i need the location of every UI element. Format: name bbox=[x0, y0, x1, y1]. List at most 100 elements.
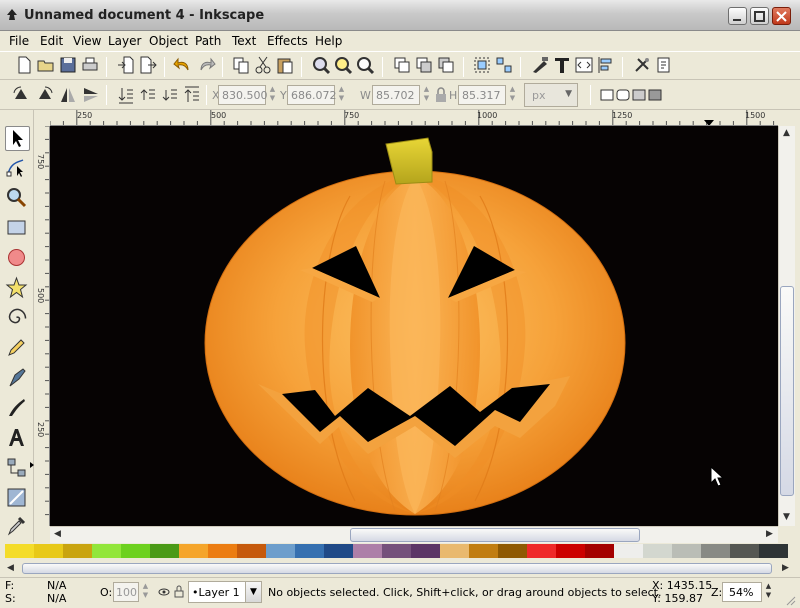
palette-swatch[interactable] bbox=[324, 544, 353, 558]
palette-swatch[interactable] bbox=[440, 544, 469, 558]
menu-path[interactable]: Path bbox=[195, 34, 221, 48]
palette-swatch[interactable] bbox=[498, 544, 527, 558]
horizontal-scroll-thumb[interactable] bbox=[350, 528, 640, 542]
palette-swatch[interactable] bbox=[730, 544, 759, 558]
palette-swatch[interactable] bbox=[411, 544, 440, 558]
palette-swatch[interactable] bbox=[92, 544, 121, 558]
title-bar[interactable]: Unnamed document 4 - Inkscape bbox=[0, 0, 800, 31]
palette-swatch[interactable] bbox=[701, 544, 730, 558]
menu-file[interactable]: File bbox=[9, 34, 29, 48]
pen-tool[interactable] bbox=[5, 366, 30, 391]
horizontal-scrollbar[interactable]: ◀ ▶ bbox=[50, 526, 778, 543]
lock-icon[interactable] bbox=[434, 87, 448, 103]
stroke-value[interactable]: N/A bbox=[47, 592, 66, 605]
palette-scrollbar[interactable]: ◀ ▶ bbox=[0, 561, 800, 577]
new-button[interactable] bbox=[14, 55, 34, 75]
cut-button[interactable] bbox=[253, 55, 273, 75]
x-field[interactable]: 830.500 bbox=[218, 85, 268, 105]
save-button[interactable] bbox=[58, 55, 78, 75]
minimize-button[interactable] bbox=[728, 7, 747, 25]
palette-swatch[interactable] bbox=[643, 544, 672, 558]
drawing-canvas[interactable] bbox=[50, 126, 778, 526]
text-font-button[interactable] bbox=[552, 55, 572, 75]
palette-swatch[interactable] bbox=[556, 544, 585, 558]
zoom-field[interactable]: 54% bbox=[722, 582, 762, 602]
palette-scroll-left-icon[interactable]: ◀ bbox=[3, 561, 18, 576]
palette-scroll-right-icon[interactable]: ▶ bbox=[778, 561, 793, 576]
pencil-tool[interactable] bbox=[5, 336, 30, 361]
opacity-spinner[interactable]: ▲ ▼ bbox=[141, 582, 150, 602]
width-field[interactable]: 85.702 bbox=[372, 85, 420, 105]
paste-button[interactable] bbox=[275, 55, 295, 75]
ungroup-button[interactable] bbox=[494, 55, 514, 75]
group-button[interactable] bbox=[472, 55, 492, 75]
zoom-tool[interactable] bbox=[5, 186, 30, 211]
duplicate-button[interactable] bbox=[392, 55, 412, 75]
rectangle-tool[interactable] bbox=[5, 216, 30, 241]
height-spinner[interactable]: ▲ ▼ bbox=[508, 85, 517, 105]
undo-button[interactable] bbox=[173, 55, 193, 75]
palette-swatch[interactable] bbox=[208, 544, 237, 558]
resize-grip-icon[interactable] bbox=[786, 596, 796, 606]
palette-swatch[interactable] bbox=[672, 544, 701, 558]
palette-swatch[interactable] bbox=[63, 544, 92, 558]
rotate-ccw-button[interactable] bbox=[11, 85, 31, 105]
scale-stroke-button[interactable] bbox=[600, 85, 614, 105]
zoom-page-button[interactable] bbox=[355, 55, 375, 75]
palette-swatch[interactable] bbox=[585, 544, 614, 558]
unit-select[interactable]: px ▼ bbox=[524, 83, 578, 107]
palette-swatch[interactable] bbox=[121, 544, 150, 558]
redo-button[interactable] bbox=[196, 55, 216, 75]
zoom-drawing-button[interactable] bbox=[333, 55, 353, 75]
menu-help[interactable]: Help bbox=[315, 34, 342, 48]
flip-horizontal-button[interactable] bbox=[58, 85, 78, 105]
selector-tool[interactable] bbox=[5, 126, 30, 151]
flip-vertical-button[interactable] bbox=[81, 85, 101, 105]
text-tool[interactable] bbox=[5, 426, 30, 451]
clone-button[interactable] bbox=[414, 55, 434, 75]
palette-scroll-thumb[interactable] bbox=[22, 563, 772, 574]
vertical-scrollbar[interactable]: ▲ ▼ bbox=[778, 126, 795, 526]
transform-gradients-button[interactable] bbox=[632, 85, 646, 105]
copy-button[interactable] bbox=[231, 55, 251, 75]
star-tool[interactable] bbox=[5, 276, 30, 301]
palette-swatch[interactable] bbox=[614, 544, 643, 558]
palette-swatch[interactable] bbox=[266, 544, 295, 558]
unlink-clone-button[interactable] bbox=[436, 55, 456, 75]
preferences-button[interactable] bbox=[632, 55, 652, 75]
connector-tool[interactable] bbox=[5, 456, 30, 481]
scroll-up-arrow-icon[interactable]: ▲ bbox=[779, 126, 794, 141]
ellipse-tool[interactable] bbox=[5, 246, 30, 271]
transform-patterns-button[interactable] bbox=[648, 85, 662, 105]
import-button[interactable] bbox=[116, 55, 136, 75]
align-button[interactable] bbox=[596, 55, 616, 75]
palette-swatch[interactable] bbox=[34, 544, 63, 558]
layer-select[interactable]: •Layer 1 ▼ bbox=[188, 581, 262, 603]
palette-swatch[interactable] bbox=[759, 544, 788, 558]
lower-to-bottom-button[interactable] bbox=[116, 85, 136, 105]
menu-edit[interactable]: Edit bbox=[40, 34, 63, 48]
lower-button[interactable] bbox=[160, 85, 180, 105]
print-button[interactable] bbox=[80, 55, 100, 75]
visibility-eye-icon[interactable] bbox=[158, 586, 170, 598]
x-spinner[interactable]: ▲ ▼ bbox=[268, 85, 277, 105]
dropper-tool[interactable] bbox=[5, 514, 30, 539]
menu-view[interactable]: View bbox=[73, 34, 101, 48]
open-button[interactable] bbox=[36, 55, 56, 75]
maximize-button[interactable] bbox=[750, 7, 769, 25]
palette-swatch[interactable] bbox=[150, 544, 179, 558]
fill-stroke-button[interactable] bbox=[530, 55, 550, 75]
close-button[interactable] bbox=[772, 7, 791, 25]
palette-swatch[interactable] bbox=[5, 544, 34, 558]
scroll-left-arrow-icon[interactable]: ◀ bbox=[50, 527, 65, 542]
raise-button[interactable] bbox=[138, 85, 158, 105]
calligraphy-tool[interactable] bbox=[5, 396, 30, 421]
y-spinner[interactable]: ▲ ▼ bbox=[337, 85, 346, 105]
palette-swatch[interactable] bbox=[237, 544, 266, 558]
raise-to-top-button[interactable] bbox=[182, 85, 202, 105]
scroll-right-arrow-icon[interactable]: ▶ bbox=[762, 527, 777, 542]
palette-swatch[interactable] bbox=[527, 544, 556, 558]
scale-corners-button[interactable] bbox=[616, 85, 630, 105]
xml-editor-button[interactable] bbox=[574, 55, 594, 75]
vertical-scroll-thumb[interactable] bbox=[780, 286, 794, 496]
